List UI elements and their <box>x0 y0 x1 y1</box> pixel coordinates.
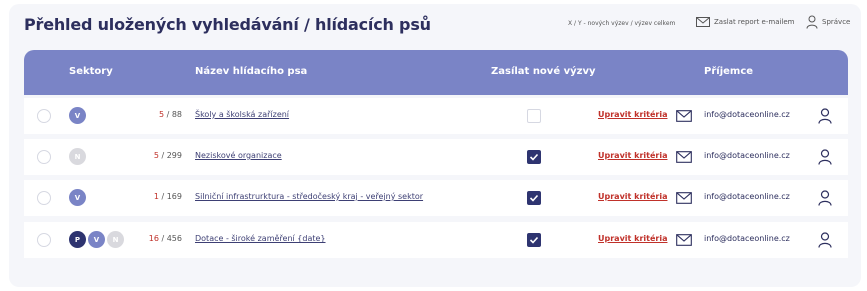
user-icon[interactable] <box>818 149 832 165</box>
count-value: 1 / 169 <box>153 192 182 201</box>
user-icon[interactable] <box>818 232 832 248</box>
total-count: 169 <box>166 192 182 201</box>
recipient-email: info@dotaceonline.cz <box>704 151 790 160</box>
sector-badge: N <box>107 231 124 248</box>
sector-badges: N <box>69 148 88 165</box>
table-row: N 5 / 299 Neziskové organizace Upravit k… <box>24 139 848 175</box>
watchdog-name-link[interactable]: Dotace - široké zaměření {date} <box>195 234 326 243</box>
new-count: 1 <box>153 192 159 201</box>
page-title: Přehled uložených vyhledávání / hlídacíc… <box>24 15 431 34</box>
count-value: 5 / 299 <box>153 151 182 160</box>
col-sectors: Sektory <box>69 66 113 77</box>
sector-badge: V <box>88 231 105 248</box>
user-icon[interactable] <box>818 108 832 124</box>
user-icon <box>806 15 818 29</box>
col-recipient: Příjemce <box>704 66 754 77</box>
total-count: 88 <box>171 110 182 119</box>
watchdog-name-link[interactable]: Silniční infrastrurktura - středočeský k… <box>195 192 423 201</box>
edit-criteria-link[interactable]: Upravit kritéria <box>598 151 667 160</box>
row-select-radio[interactable] <box>37 109 51 123</box>
total-count: 456 <box>166 234 182 243</box>
send-new-checkbox[interactable] <box>527 150 541 164</box>
sector-badge: N <box>69 148 86 165</box>
count-value: 16 / 456 <box>148 234 182 243</box>
new-count: 5 <box>153 151 159 160</box>
row-select-radio[interactable] <box>37 233 51 247</box>
admin-button[interactable]: Správce <box>806 15 850 29</box>
edit-criteria-link[interactable]: Upravit kritéria <box>598 192 667 201</box>
sector-badge: V <box>69 107 86 124</box>
count-legend: X / Y - nových výzev / výzev celkem <box>568 20 676 27</box>
check-icon <box>529 153 539 161</box>
sector-badges: V <box>69 107 88 124</box>
admin-label: Správce <box>822 18 851 26</box>
envelope-icon <box>676 234 692 246</box>
sector-badges: PVN <box>69 231 126 248</box>
col-send-new: Zasílat nové výzvy <box>491 66 596 77</box>
watchdog-name-link[interactable]: Školy a školská zařízení <box>195 110 289 119</box>
sector-badge: P <box>69 231 86 248</box>
envelope-icon <box>676 151 692 163</box>
send-new-checkbox[interactable] <box>527 233 541 247</box>
table-row: PVN 16 / 456 Dotace - široké zaměření {d… <box>24 222 848 258</box>
check-icon <box>529 236 539 244</box>
total-count: 299 <box>166 151 182 160</box>
watchdog-name-link[interactable]: Neziskové organizace <box>195 151 282 160</box>
recipient-email: info@dotaceonline.cz <box>704 192 790 201</box>
send-new-checkbox[interactable] <box>527 191 541 205</box>
count-value: 5 / 88 <box>158 110 182 119</box>
recipient-email: info@dotaceonline.cz <box>704 110 790 119</box>
check-icon <box>529 194 539 202</box>
table-header: Sektory Název hlídacího psa Zasílat nové… <box>24 50 848 95</box>
sector-badge: V <box>69 189 86 206</box>
envelope-icon <box>696 17 710 27</box>
send-report-label: Zaslat report e-mailem <box>714 18 795 26</box>
sector-badges: V <box>69 189 88 206</box>
envelope-icon <box>676 192 692 204</box>
new-count: 16 <box>148 234 159 243</box>
edit-criteria-link[interactable]: Upravit kritéria <box>598 234 667 243</box>
send-report-button[interactable]: Zaslat report e-mailem <box>696 17 795 27</box>
col-name: Název hlídacího psa <box>195 66 308 77</box>
row-select-radio[interactable] <box>37 150 51 164</box>
table-row: V 1 / 169 Silniční infrastrurktura - stř… <box>24 180 848 216</box>
new-count: 5 <box>158 110 165 119</box>
send-new-checkbox[interactable] <box>527 109 541 123</box>
row-select-radio[interactable] <box>37 191 51 205</box>
edit-criteria-link[interactable]: Upravit kritéria <box>598 110 667 119</box>
table-row: V 5 / 88 Školy a školská zařízení Upravi… <box>24 98 848 134</box>
user-icon[interactable] <box>818 190 832 206</box>
envelope-icon <box>676 110 692 122</box>
recipient-email: info@dotaceonline.cz <box>704 234 790 243</box>
